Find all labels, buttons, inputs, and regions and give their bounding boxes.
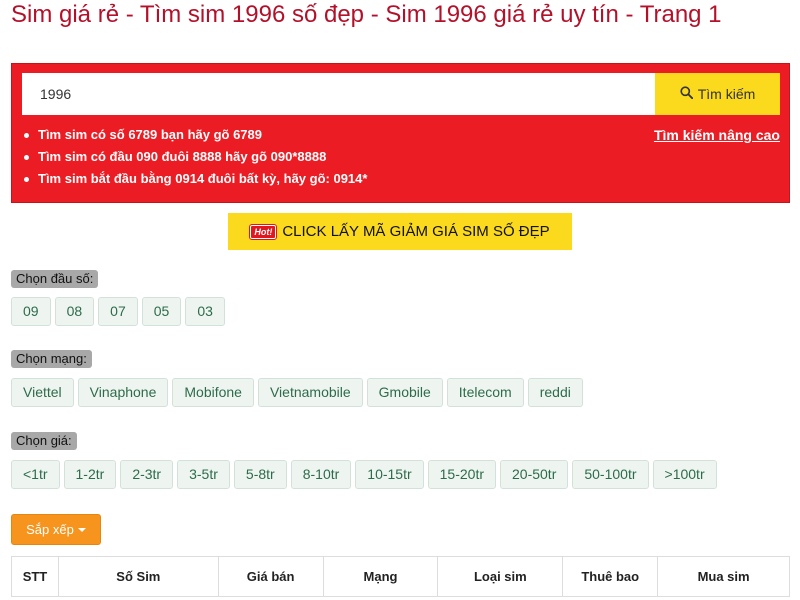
column-header: STT [11,556,59,597]
search-button[interactable]: Tìm kiếm [655,73,780,115]
price-option[interactable]: 2-3tr [120,460,174,489]
tip-text: Tìm sim có đầu [38,149,137,164]
prefix-option[interactable]: 08 [54,297,95,326]
tip-text: bạn hãy gõ [157,127,234,142]
search-icon [680,86,693,102]
network-option[interactable]: Vietnamobile [257,378,363,407]
search-panel: Tìm kiếm Tìm sim có số 6789 bạn hãy gõ 6… [11,63,790,203]
price-option[interactable]: 20-50tr [500,460,569,489]
column-header: Giá bán [217,556,324,597]
search-tip: Tìm sim có đầu 090 đuôi 8888 hãy gõ 090*… [22,146,780,168]
column-header: Thuê bao [562,556,659,597]
prefix-option[interactable]: 07 [98,297,138,326]
table-header-row: STT Số Sim Giá bán Mạng Loại sim Thuê bao Mua … [11,556,790,597]
promo-label: CLICK LẤY MÃ GIẢM GIÁ SIM SỐ ĐẸP [282,223,550,240]
tip-text: Tìm sim bắt đầu bằng [38,171,176,186]
prefix-option[interactable]: 03 [185,297,225,326]
tip-keyword: 090*8888 [270,149,327,164]
search-input[interactable] [22,73,655,115]
sim-table: STT Số Sim Giá bán Mạng Loại sim Thuê bao Mua … [11,556,790,597]
network-option[interactable]: Gmobile [366,378,443,407]
sort-dropdown-button[interactable]: Sắp xếp [11,514,101,545]
prefix-option[interactable]: 05 [141,297,182,326]
price-filter-options: <1tr 1-2tr 2-3tr 3-5tr 5-8tr 8-10tr 10-15tr 15-… [11,460,721,489]
network-filter-label: Chọn mạng: [11,350,92,368]
price-option[interactable]: >100tr [652,460,717,489]
price-option[interactable]: 15-20tr [427,460,496,489]
prefix-option[interactable]: 09 [11,297,51,326]
tip-text: Tìm sim có số [38,127,129,142]
price-option[interactable]: 50-100tr [572,460,649,489]
tip-keyword: 0914 [175,171,205,186]
network-option[interactable]: Vinaphone [77,378,169,407]
network-option[interactable]: Viettel [11,378,74,407]
promo-coupon-button[interactable]: Hot! CLICK LẤY MÃ GIẢM GIÁ SIM SỐ ĐẸP [228,213,572,250]
price-option[interactable]: 3-5tr [177,460,230,489]
prefix-filter-options: 09 08 07 05 03 [11,297,229,326]
prefix-filter-label: Chọn đầu số: [11,270,99,288]
price-option[interactable]: <1tr [11,460,60,489]
tip-keyword: 6789 [128,127,158,142]
tip-text: hãy gõ [221,149,271,164]
network-option[interactable]: Itelecom [446,378,524,407]
price-option[interactable]: 10-15tr [355,460,424,489]
tip-text: đuôi bất kỳ, hãy gõ: [204,171,334,186]
search-row: Tìm kiếm [22,73,780,115]
search-tip: Tìm sim bắt đầu bằng 0914 đuôi bất kỳ, h… [22,168,780,190]
advanced-search-link[interactable]: Tìm kiếm nâng cao [654,124,780,146]
network-filter-options: Viettel Vinaphone Mobifone Vietnamobile Gmob… [11,378,587,407]
network-option[interactable]: reddi [527,378,583,407]
caret-down-icon [77,527,86,532]
tip-keyword: 0914* [333,171,368,186]
column-header: Loại sim [437,556,564,597]
tip-keyword: 8888 [192,149,222,164]
column-header: Số Sim [57,556,219,597]
column-header: Mạng [322,556,439,597]
search-button-label: Tìm kiếm [697,86,756,102]
page-title: Sim giá rẻ - Tìm sim 1996 số đẹp - Sim 1… [11,1,722,28]
sort-label: Sắp xếp [26,522,74,537]
tip-keyword: 090 [136,149,158,164]
price-option[interactable]: 1-2tr [63,460,117,489]
tip-keyword: 6789 [233,127,262,142]
price-filter-label: Chọn giá: [11,432,77,450]
column-header: Mua sim [657,556,790,597]
network-option[interactable]: Mobifone [172,378,254,407]
hot-badge: Hot! [249,223,278,240]
price-option[interactable]: 5-8tr [233,460,287,489]
tip-text: đuôi [157,149,193,164]
price-option[interactable]: 8-10tr [290,460,352,489]
search-tips: Tìm sim có số 6789 bạn hãy gõ 6789 Tìm s… [22,124,780,190]
